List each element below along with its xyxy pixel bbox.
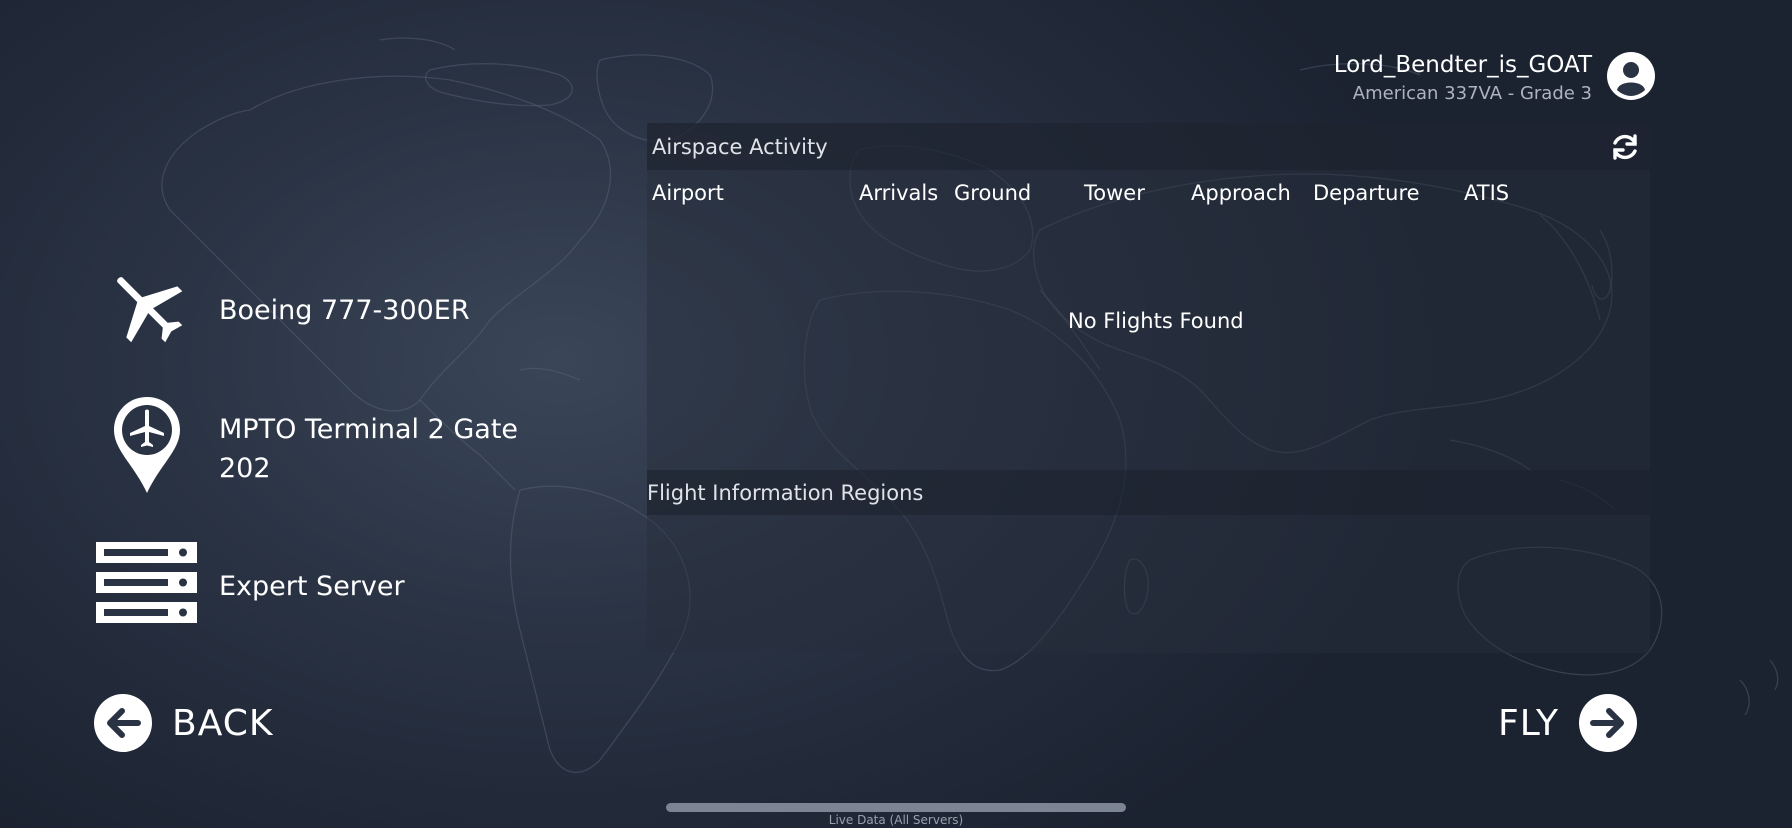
server-label: Expert Server (219, 571, 405, 602)
location-label-line1: MPTO Terminal 2 Gate (219, 414, 519, 445)
no-flights-message: No Flights Found (1068, 309, 1244, 333)
user-va-grade: American 337VA - Grade 3 (1352, 83, 1592, 104)
user-circle-icon[interactable] (1607, 52, 1655, 100)
fly-button[interactable]: FLY (1498, 694, 1637, 752)
server-icon (96, 542, 197, 623)
aircraft-label: Boeing 777-300ER (219, 295, 470, 326)
fir-title: Flight Information Regions (647, 481, 924, 505)
refresh-icon[interactable] (1610, 132, 1640, 162)
user-info: Lord_Bendter_is_GOAT American 337VA - Gr… (1334, 50, 1592, 106)
location-label-line2: 202 (219, 453, 271, 484)
back-button-label: BACK (172, 702, 274, 744)
fly-button-label: FLY (1498, 702, 1559, 744)
column-departure: Departure (1313, 181, 1420, 205)
airplane-icon (117, 277, 183, 343)
arrow-left-icon (94, 694, 152, 752)
horizontal-scrollbar[interactable] (666, 803, 1126, 812)
column-approach: Approach (1191, 181, 1291, 205)
back-button[interactable]: BACK (94, 694, 273, 752)
airspace-title: Airspace Activity (652, 135, 828, 159)
username: Lord_Bendter_is_GOAT (1333, 52, 1592, 78)
column-arrivals: Arrivals (859, 181, 939, 205)
airport-pin-icon (114, 397, 180, 493)
column-tower: Tower (1084, 181, 1145, 205)
live-data-label: Live Data (All Servers) (828, 813, 964, 827)
column-atis: ATIS (1464, 181, 1510, 205)
column-ground: Ground (954, 181, 1032, 205)
column-airport: Airport (652, 181, 724, 205)
arrow-right-icon (1578, 694, 1637, 752)
